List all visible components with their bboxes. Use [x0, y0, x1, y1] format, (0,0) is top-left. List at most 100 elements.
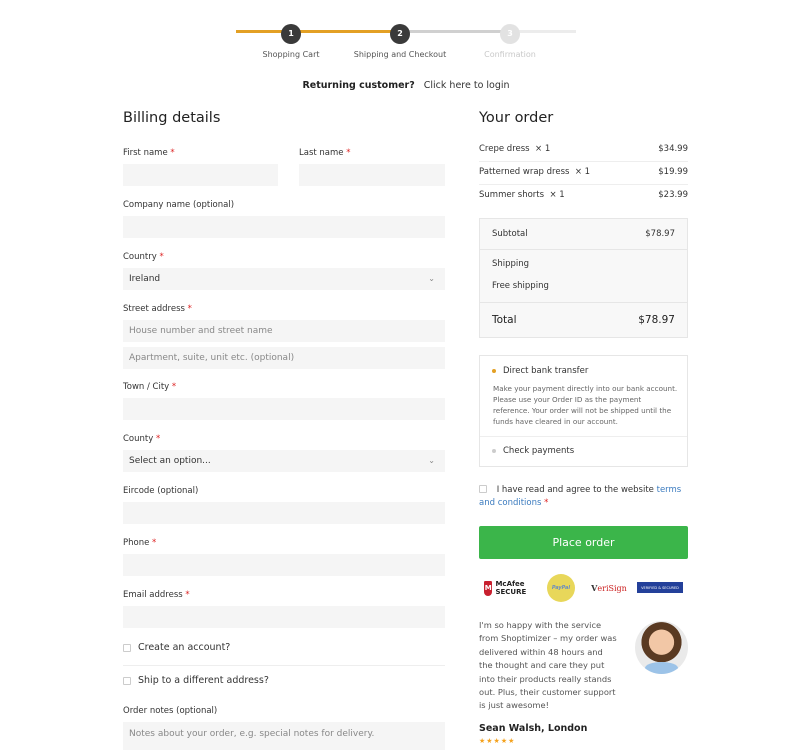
divider	[479, 184, 688, 185]
town-input[interactable]	[123, 398, 445, 420]
order-review: Your order Crepe dress × 1 $34.99 Patter…	[479, 110, 688, 745]
login-link[interactable]: Click here to login	[424, 80, 510, 91]
step-number: 1	[281, 24, 301, 44]
payment-label: Direct bank transfer	[503, 366, 589, 376]
checkout-progress: 1 Shopping Cart 2 Shipping and Checkout …	[236, 21, 576, 61]
divider	[480, 249, 687, 250]
required-mark: *	[170, 148, 175, 158]
radio-unselected-icon[interactable]	[492, 449, 496, 453]
country-select[interactable]: Ireland ⌄	[123, 268, 445, 290]
total-value: $78.97	[638, 314, 675, 326]
divider	[479, 161, 688, 162]
county-field: County * Select an option... ⌄	[123, 434, 445, 472]
returning-prompt: Returning customer?	[302, 80, 415, 91]
order-title: Your order	[479, 110, 554, 126]
required-mark: *	[346, 148, 351, 158]
testimonial: I'm so happy with the service from Shopt…	[479, 619, 688, 745]
radio-selected-icon[interactable]	[492, 369, 496, 373]
terms-text: I have read and agree to the website	[496, 485, 654, 495]
label-text: Email address	[123, 590, 183, 600]
required-mark: *	[171, 382, 177, 392]
testimonial-author: Sean Walsh, London	[479, 722, 588, 734]
returning-customer-notice: Returning customer? Click here to login	[0, 80, 800, 91]
country-field: Country * Ireland ⌄	[123, 252, 445, 290]
total-label: Total	[492, 314, 517, 326]
item-name: Crepe dress	[479, 144, 530, 154]
order-totals: Subtotal $78.97 Shipping Free shipping T…	[479, 218, 688, 338]
first-name-field: First name *	[123, 148, 278, 186]
label-text: Country	[123, 252, 157, 262]
ship-different-label: Ship to a different address?	[138, 675, 269, 686]
step-label: Shipping and Checkout	[353, 50, 447, 59]
email-field: Email address *	[123, 590, 445, 628]
order-item: Patterned wrap dress × 1 $19.99	[479, 167, 688, 177]
order-notes-field: Order notes (optional) Notes about your …	[123, 706, 445, 750]
avatar-shirt	[645, 662, 678, 674]
phone-field: Phone *	[123, 538, 445, 576]
create-account-option[interactable]: Create an account?	[123, 642, 445, 653]
email-input[interactable]	[123, 606, 445, 628]
place-order-button[interactable]: Place order	[479, 526, 688, 559]
verified-secured-badge: VERIFIED & SECURED	[637, 582, 683, 593]
shipping-method: Free shipping	[492, 281, 675, 291]
street-field: Street address * House number and street…	[123, 304, 445, 369]
create-account-checkbox[interactable]	[123, 643, 131, 652]
eircode-label: Eircode (optional)	[123, 486, 199, 496]
avatar	[635, 621, 688, 674]
divider	[123, 665, 445, 666]
county-select[interactable]: Select an option... ⌄	[123, 450, 445, 472]
shipping-row: Shipping	[492, 259, 675, 269]
order-item-name: Crepe dress × 1	[479, 144, 550, 154]
testimonial-quote: I'm so happy with the service from Shopt…	[479, 620, 617, 711]
order-item-price: $34.99	[658, 144, 688, 154]
street-input[interactable]: House number and street name	[123, 320, 445, 342]
subtotal-value: $78.97	[645, 229, 675, 239]
town-field: Town / City *	[123, 382, 445, 420]
required-mark: *	[544, 498, 549, 508]
payment-option-check[interactable]: Check payments	[492, 446, 574, 456]
order-item-name: Summer shorts × 1	[479, 190, 565, 200]
mcafee-badge: M McAfee SECURE	[484, 578, 536, 598]
terms-agreement: I have read and agree to the website ter…	[479, 484, 688, 510]
last-name-input[interactable]	[299, 164, 445, 186]
label-text: Street address	[123, 304, 185, 314]
item-name: Summer shorts	[479, 190, 545, 200]
step-number: 2	[390, 24, 410, 44]
payment-description: Make your payment directly into our bank…	[493, 384, 678, 426]
first-name-label: First name *	[123, 148, 278, 158]
last-name-field: Last name *	[299, 148, 445, 186]
ship-different-option[interactable]: Ship to a different address?	[123, 675, 445, 686]
phone-input[interactable]	[123, 554, 445, 576]
payment-option-bank-transfer[interactable]: Direct bank transfer	[492, 366, 588, 376]
item-qty: × 1	[535, 144, 551, 154]
company-label: Company name (optional)	[123, 200, 235, 210]
order-item: Summer shorts × 1 $23.99	[479, 190, 688, 200]
order-notes-label: Order notes (optional)	[123, 706, 218, 716]
payment-label: Check payments	[503, 446, 575, 456]
apartment-input[interactable]: Apartment, suite, unit etc. (optional)	[123, 347, 445, 369]
county-value: Select an option...	[129, 456, 211, 466]
label-text: Last name	[299, 148, 344, 158]
last-name-label: Last name *	[299, 148, 445, 158]
billing-details: Billing details First name * Last name *…	[123, 110, 445, 750]
ship-different-checkbox[interactable]	[123, 676, 131, 685]
step-label: Confirmation	[484, 50, 536, 59]
order-notes-textarea[interactable]: Notes about your order, e.g. special not…	[123, 722, 445, 750]
verisign-text: eriSign	[597, 583, 627, 593]
order-item-price: $19.99	[658, 167, 688, 177]
eircode-input[interactable]	[123, 502, 445, 524]
company-field: Company name (optional)	[123, 200, 445, 238]
terms-checkbox[interactable]	[479, 485, 487, 493]
first-name-input[interactable]	[123, 164, 278, 186]
step-shipping-checkout: 2 Shipping and Checkout	[350, 21, 450, 59]
company-input[interactable]	[123, 216, 445, 238]
step-shopping-cart[interactable]: 1 Shopping Cart	[241, 21, 341, 59]
phone-label: Phone *	[123, 538, 445, 548]
label-text: First name	[123, 148, 168, 158]
chevron-down-icon: ⌄	[428, 274, 435, 283]
required-mark: *	[159, 252, 164, 262]
subtotal-row: Subtotal $78.97	[492, 229, 675, 239]
email-label: Email address *	[123, 590, 445, 600]
step-confirmation: 3 Confirmation	[460, 21, 560, 59]
verisign-badge: VeriSign	[589, 580, 629, 596]
